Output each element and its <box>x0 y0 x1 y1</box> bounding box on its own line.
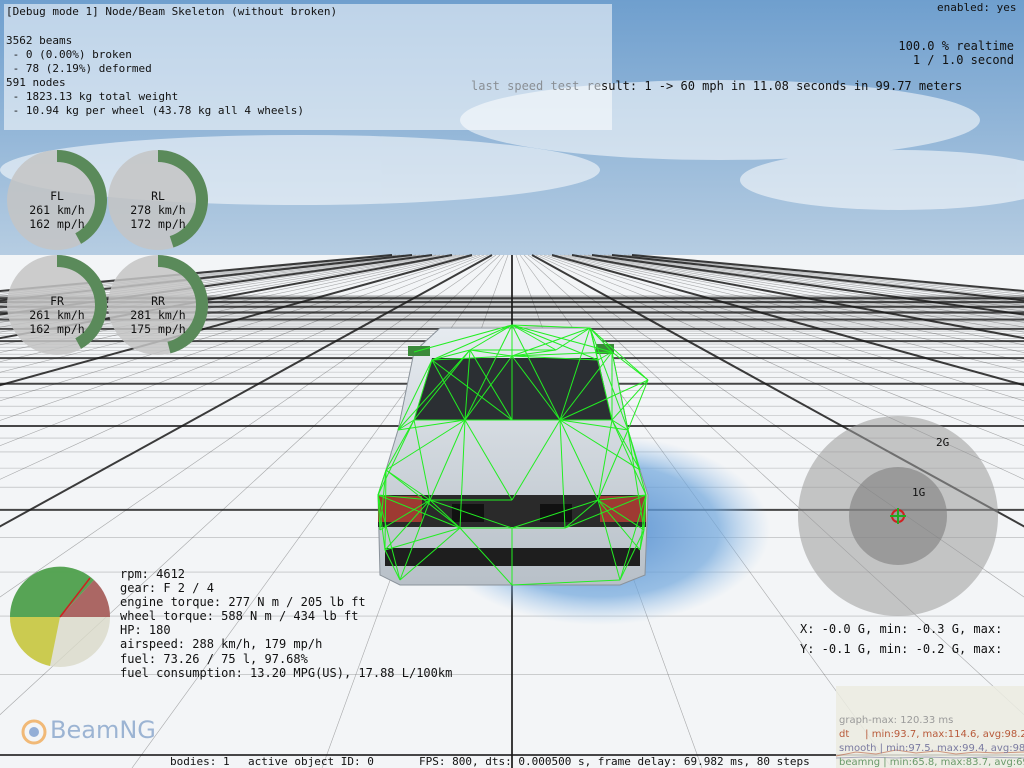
g-force-meter <box>798 416 998 616</box>
wheel-speed-mph: 162 mp/h <box>29 217 85 231</box>
debug-info-panel: [Debug mode 1] Node/Beam Skeleton (witho… <box>4 4 612 130</box>
wheel-gauge-rl: RL 278 km/h 172 mp/h <box>108 150 208 250</box>
bodies-count: bodies: 1 <box>170 755 230 768</box>
hp-readout: HP: 180 <box>120 623 171 638</box>
enabled-status: enabled: yes <box>937 1 1017 14</box>
g-ring-1g-label: 1G <box>912 486 926 499</box>
active-object-id: active object ID: 0 <box>248 755 374 768</box>
realtime-ratio: 1 / 1.0 second <box>912 53 1014 67</box>
wheel-name: RL <box>151 189 165 203</box>
wheel-torque-readout: wheel torque: 588 N m / 434 lb ft <box>120 609 359 624</box>
realtime-percent: 100.0 % realtime <box>898 39 1014 53</box>
wheel-speed-kmh: 278 km/h <box>130 203 186 217</box>
wheel-speed-kmh: 261 km/h <box>29 308 85 322</box>
total-weight: - 1823.13 kg total weight <box>6 90 179 103</box>
wheel-gauge-rr: RR 281 km/h 175 mp/h <box>108 255 209 355</box>
wheel-speed-mph: 172 mp/h <box>130 217 186 231</box>
wheel-gauge-fl: FL 261 km/h 162 mp/h <box>7 150 107 250</box>
wheel-name: FL <box>50 189 64 203</box>
rpm-readout: rpm: 4612 <box>120 567 186 581</box>
weight-per-wheel: - 10.94 kg per wheel (43.78 kg all 4 whe… <box>6 104 305 117</box>
debug-mode-title: [Debug mode 1] Node/Beam Skeleton (witho… <box>6 5 338 18</box>
rpm-pie-chart <box>9 566 111 667</box>
fuel-readout: fuel: 73.26 / 75 l, 97.68% <box>120 651 308 666</box>
speed-test-result: sult: 1 -> 60 mph in 11.08 seconds in 99… <box>601 79 963 93</box>
wheel-speed-kmh: 281 km/h <box>130 308 186 322</box>
wheel-name: FR <box>50 294 64 308</box>
beamng-logo-icon <box>21 719 47 745</box>
speed-test-result-prefix: last speed test re <box>471 79 602 93</box>
beamng-logo-text: BeamNG <box>50 716 156 744</box>
frame-time-graph: graph-max: 120.33 ms dt | min:93.7, max:… <box>836 686 1024 768</box>
node-count: 591 nodes <box>6 76 66 89</box>
g-force-x-readout: X: -0.0 G, min: -0.3 G, max: <box>800 622 1003 636</box>
engine-torque-readout: engine torque: 277 N m / 205 lb ft <box>120 595 366 610</box>
g-force-y-readout: Y: -0.1 G, min: -0.2 G, max: <box>800 642 1003 656</box>
beam-count: 3562 beams <box>6 34 73 47</box>
wheel-gauge-fr: FR 261 km/h 162 mp/h <box>7 255 107 355</box>
car[interactable] <box>377 327 649 586</box>
graph-max-label: graph-max: 120.33 ms <box>839 715 954 726</box>
wheel-speed-mph: 175 mp/h <box>130 322 186 336</box>
wheel-name: RR <box>151 294 165 308</box>
g-ring-2g-label: 2G <box>936 436 950 449</box>
graph-dt-label: dt | min:93.7, max:114.6, avg:98.2 <box>839 729 1024 740</box>
graph-smooth-label: smooth | min:97.5, max:99.4, avg:98.2 <box>839 743 1024 754</box>
wheel-speed-kmh: 261 km/h <box>29 203 85 217</box>
airspeed-readout: airspeed: 288 km/h, 179 mp/h <box>120 637 323 652</box>
broken-count: - 0 (0.00%) broken <box>6 48 132 61</box>
gear-readout: gear: F 2 / 4 <box>120 581 214 596</box>
deformed-count: - 78 (2.19%) deformed <box>6 62 152 75</box>
fps-readout: FPS: 800, dts: 0.000500 s, frame delay: … <box>419 755 810 768</box>
fuel-consumption-readout: fuel consumption: 13.20 MPG(US), 17.88 L… <box>120 665 453 680</box>
wheel-speed-mph: 162 mp/h <box>29 322 85 336</box>
engine-info-panel: rpm: 4612 gear: F 2 / 4 engine torque: 2… <box>120 567 452 680</box>
graph-beamng-label: beamng | min:65.8, max:83.7, avg:69.9 <box>839 757 1024 768</box>
frame-time-plot <box>836 749 1024 759</box>
